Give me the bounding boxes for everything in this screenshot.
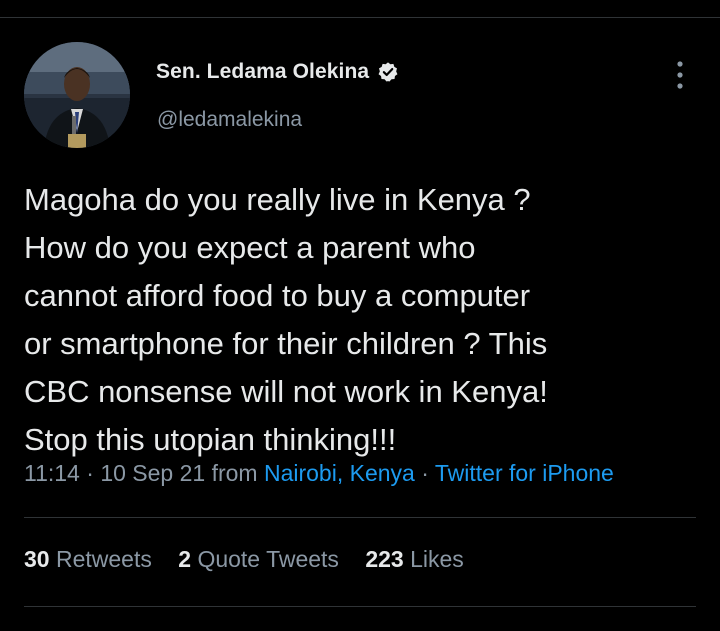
retweets-stat[interactable]: 30 Retweets: [24, 546, 152, 573]
tweet-meta: 11:14 · 10 Sep 21 from Nairobi, Kenya · …: [24, 460, 614, 487]
tweet-text-line: or smartphone for their children ? This: [24, 326, 548, 361]
tweet-text-line: Magoha do you really live in Kenya ?: [24, 182, 531, 217]
author-handle[interactable]: @ledamalekina: [157, 108, 302, 132]
verified-badge-icon: [377, 61, 399, 83]
location-link[interactable]: Nairobi, Kenya: [264, 460, 415, 486]
tweet-date[interactable]: 10 Sep 21: [100, 460, 205, 486]
author-name-row[interactable]: Sen. Ledama Olekina: [156, 60, 399, 84]
avatar-image: [24, 42, 130, 148]
meta-separator: ·: [421, 460, 429, 486]
quote-tweets-count: 2: [178, 546, 192, 572]
divider: [24, 606, 696, 607]
source-link[interactable]: Twitter for iPhone: [435, 460, 614, 486]
meta-separator: ·: [86, 460, 94, 486]
retweets-label: Retweets: [55, 546, 152, 572]
tweet-time[interactable]: 11:14: [24, 460, 80, 486]
tweet-stats: 30 Retweets 2 Quote Tweets 223 Likes: [24, 546, 484, 573]
more-vertical-icon[interactable]: [668, 58, 692, 92]
top-divider: [0, 17, 720, 18]
tweet-text-line: How do you expect a parent who: [24, 230, 476, 265]
tweet-text-line: CBC nonsense will not work in Kenya!: [24, 374, 548, 409]
quote-tweets-stat[interactable]: 2 Quote Tweets: [178, 546, 339, 573]
author-display-name[interactable]: Sen. Ledama Olekina: [156, 60, 369, 84]
tweet-text: Magoha do you really live in Kenya ? How…: [24, 176, 704, 464]
likes-stat[interactable]: 223 Likes: [365, 546, 463, 573]
retweets-count: 30: [24, 546, 50, 572]
tweet-text-line: cannot afford food to buy a computer: [24, 278, 531, 313]
avatar[interactable]: [24, 42, 130, 148]
likes-count: 223: [365, 546, 404, 572]
quote-tweets-label: Quote Tweets: [197, 546, 339, 572]
from-label: from: [211, 460, 258, 486]
divider: [24, 517, 696, 518]
tweet-text-line: Stop this utopian thinking!!!: [24, 422, 397, 457]
likes-label: Likes: [410, 546, 464, 572]
